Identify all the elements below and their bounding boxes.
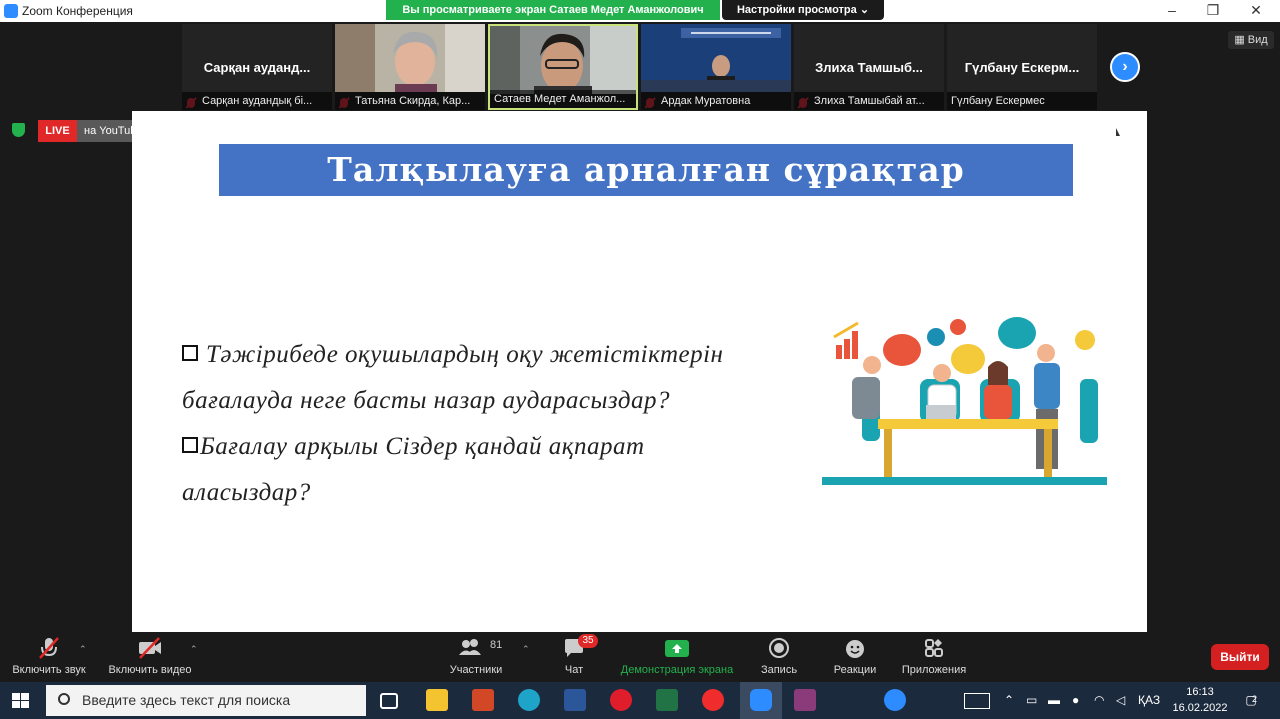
question-2: Бағалау арқылы Сіздер қандай ақпарат [182,433,822,461]
participant-big-name: Сарқан ауданд... [203,60,311,75]
participant-tile[interactable]: Татьяна Скирда, Кар... [335,24,485,110]
help-icon[interactable] [884,689,906,711]
input-language[interactable]: ҚАЗ [1138,682,1160,719]
zoom-taskbar-icon[interactable] [750,689,772,711]
system-clock[interactable]: 16:13 16.02.2022 [1170,684,1230,716]
share-screen-label: Демонстрация экрана [620,664,734,676]
team-meeting-illustration [822,317,1107,485]
taskbar-search-box[interactable]: Введите здесь текст для поиска [46,685,366,716]
security-shield-icon[interactable] [12,123,25,137]
participant-tile[interactable]: Гүлбану Ескерм... Гүлбану Ескермес [947,24,1097,110]
slide-title: Талқылауға арналған сұрақтар [219,144,1073,196]
unmute-label: Включить звук [12,664,86,676]
participants-button[interactable]: 81 Участники [440,636,512,680]
task-view-icon[interactable] [380,693,398,709]
restore-button[interactable]: ❐ [1193,1,1233,21]
meeting-toolbar: Включить звук ⌃ Включить видео ⌃ 81 Учас… [0,632,1280,682]
excel-icon[interactable] [656,689,678,711]
participant-label: Сатаев Медет Аманжол... [490,90,636,108]
screen-share-banner: Вы просматриваете экран Сатаев Медет Ама… [386,0,720,20]
file-explorer-icon[interactable] [426,689,448,711]
tray-expand-icon[interactable]: ⌃ [1004,682,1014,719]
apps-button[interactable]: Приложения [896,636,972,680]
minimize-button[interactable]: – [1152,1,1192,21]
participant-label: Ардак Муратовна [641,92,791,110]
participant-label: Злиха Тамшыбай ат... [794,92,944,110]
search-icon [58,693,70,705]
video-off-icon [139,637,161,659]
microphone-muted-icon [39,637,59,659]
participant-strip: Сарқан ауданд... Сарқан аудандық бі... Т… [182,22,1098,110]
search-placeholder: Введите здесь текст для поиска [82,692,291,708]
window-title: Zoom Конференция [22,4,133,18]
participant-tile-active-speaker[interactable]: Сатаев Медет Аманжол... [488,24,638,110]
live-badge: LIVE [38,120,77,142]
participant-label: Сарқан аудандық бі... [182,92,332,110]
chat-label: Чат [564,664,584,676]
participant-big-name: Злиха Тамшыб... [815,60,923,75]
participants-label: Участники [449,664,503,676]
unmute-button[interactable]: Включить звук [6,636,92,680]
participant-label: Гүлбану Ескермес [947,92,1097,110]
participant-tile[interactable]: Ардак Муратовна [641,24,791,110]
checkbox-bullet-icon [182,345,198,361]
clock-date: 16.02.2022 [1172,702,1228,714]
question-2-line-1: Бағалау арқылы Сіздер қандай ақпарат [200,433,645,460]
microphone-tray-icon[interactable]: ● [1072,682,1079,719]
participant-video [641,24,791,92]
notification-count: 2 [1252,694,1258,704]
question-2-continued: аласыздар? [182,479,311,506]
volume-icon[interactable]: ◁ [1116,682,1125,719]
reactions-smiley-icon [846,640,864,658]
next-page-arrow-button[interactable]: › [1110,52,1140,82]
share-screen-icon [665,640,689,657]
word-icon[interactable] [564,689,586,711]
participant-video [490,26,636,94]
video-options-caret-icon[interactable]: ⌃ [190,644,198,655]
participant-big-name: Гүлбану Ескерм... [964,60,1080,75]
action-center-icon[interactable]: ▢ [1240,682,1262,719]
participant-label: Татьяна Скирда, Кар... [335,92,485,110]
question-1: Тәжірибеде оқушылардың оқу жетістіктерін [182,341,822,369]
shared-screen-slide: Талқылауға арналған сұрақтар Тәжірибеде … [132,111,1147,632]
audio-options-caret-icon[interactable]: ⌃ [79,644,87,655]
checkbox-bullet-icon [182,437,198,453]
reactions-button[interactable]: Реакции [828,636,882,680]
battery-icon[interactable]: ▬ [1048,682,1060,719]
start-video-button[interactable]: Включить видео [104,636,196,680]
tray-notification-icon[interactable]: ▭ [1026,682,1037,719]
powerpoint-icon[interactable] [472,689,494,711]
participants-options-caret-icon[interactable]: ⌃ [522,644,530,655]
keyboard-icon[interactable] [964,693,990,709]
share-screen-button[interactable]: Демонстрация экрана [616,636,738,680]
edge-browser-icon[interactable] [518,689,540,711]
view-layout-button[interactable]: ▦ Вид [1228,31,1274,49]
view-options-dropdown[interactable]: Настройки просмотра ⌄ [722,0,884,20]
leave-meeting-button[interactable]: Выйти [1211,644,1269,670]
record-button[interactable]: Запись [756,636,802,680]
apps-icon [925,639,943,657]
zoom-app-icon [4,4,18,18]
apps-label: Приложения [901,664,967,676]
participant-count: 81 [490,639,503,651]
chat-unread-badge: 35 [578,634,598,648]
clock-time: 16:13 [1186,686,1214,698]
close-button[interactable]: ✕ [1236,1,1276,21]
participant-tile[interactable]: Злиха Тамшыб... Злиха Тамшыбай ат... [794,24,944,110]
reactions-label: Реакции [833,664,877,676]
mouse-cursor-icon [1116,128,1120,136]
question-1-continued: бағалауда неге басты назар аударасыздар? [182,387,670,414]
windows-start-icon[interactable] [12,693,30,709]
windows-taskbar: Введите здесь текст для поиска ⌃ ▭ ▬ ● ◠… [0,682,1280,719]
start-video-label: Включить видео [108,664,192,676]
winrar-icon[interactable] [794,689,816,711]
record-icon [769,638,789,658]
question-1-line-1: Тәжірибеде оқушылардың оқу жетістіктерін [206,341,724,368]
yandex-browser-icon[interactable] [702,689,724,711]
wifi-icon[interactable]: ◠ [1094,682,1104,719]
opera-browser-icon[interactable] [610,689,632,711]
participant-video [335,24,485,92]
record-label: Запись [760,664,798,676]
participant-tile[interactable]: Сарқан ауданд... Сарқан аудандық бі... [182,24,332,110]
